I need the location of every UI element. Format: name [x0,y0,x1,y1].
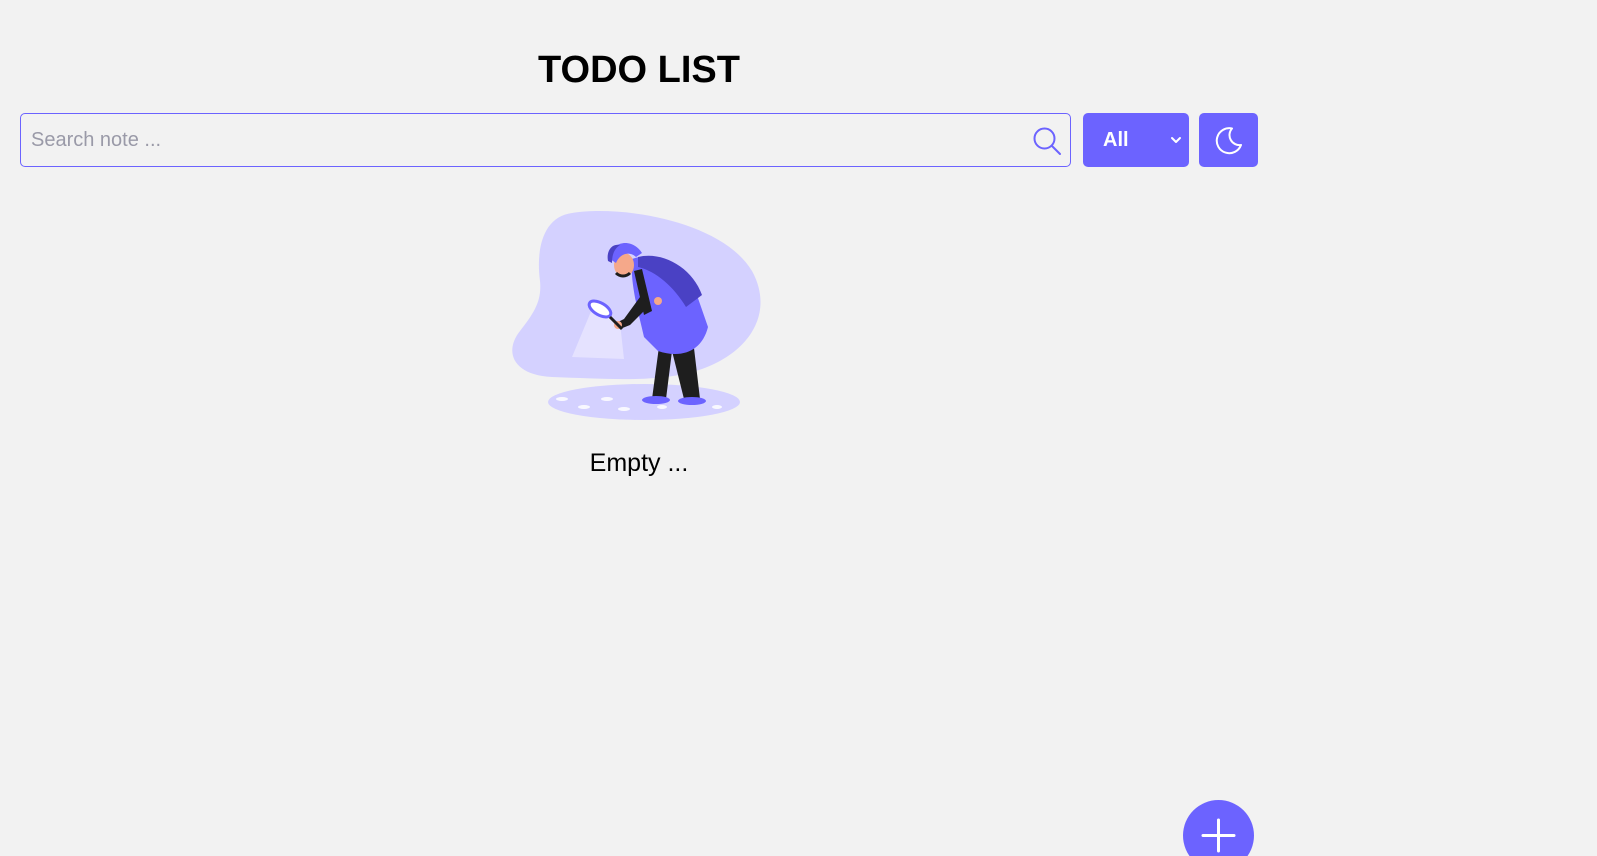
theme-toggle-button[interactable] [1199,113,1258,167]
page-title: TODO LIST [538,49,740,91]
search-box [20,113,1071,167]
search-icon[interactable] [1032,126,1062,156]
filter-selected-value: All [1103,129,1129,151]
filter-select[interactable]: All [1083,113,1189,167]
detective-illustration [512,211,761,420]
moon-icon [1215,127,1242,155]
chevron-down-icon [1171,137,1181,143]
todo-app: TODO LIST All [0,0,1597,856]
plus-icon [1201,818,1236,853]
empty-state-message: Empty ... [589,449,689,477]
add-note-button[interactable] [1183,800,1254,856]
search-input[interactable] [21,114,1001,166]
